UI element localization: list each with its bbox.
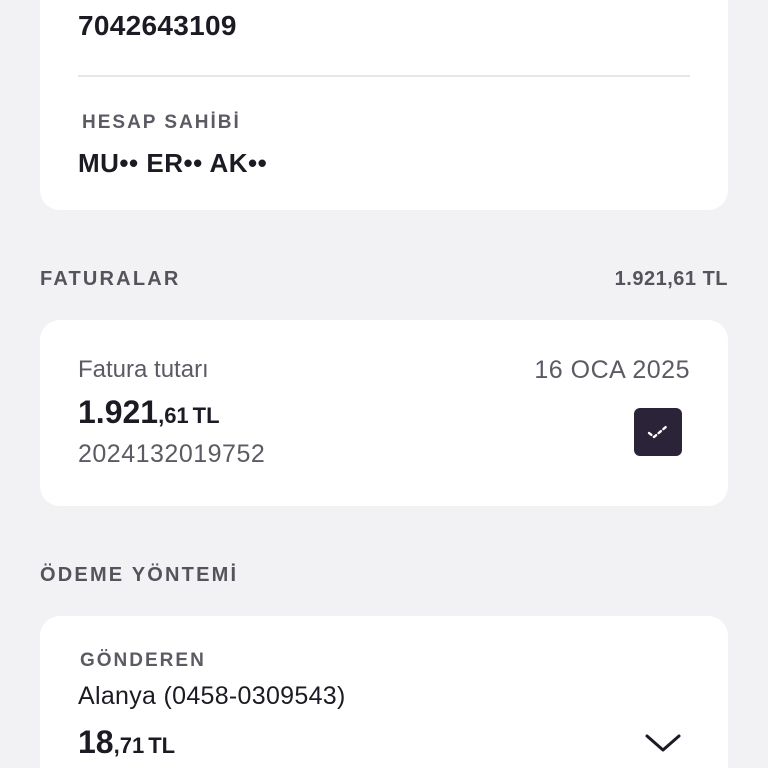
account-number: 7042643109 bbox=[78, 10, 237, 41]
payment-method-section-title: ÖDEME YÖNTEMİ bbox=[40, 564, 239, 586]
payment-method-card[interactable]: GÖNDEREN Alanya (0458-0309543) 18,71 TL bbox=[40, 616, 728, 768]
sender-label: GÖNDEREN bbox=[80, 650, 206, 671]
sender-balance: 18,71 TL bbox=[78, 724, 175, 761]
account-owner-label: HESAP SAHİBİ bbox=[82, 112, 241, 133]
bill-date: 16 OCA 2025 bbox=[534, 356, 690, 384]
bill-amount-label: Fatura tutarı bbox=[78, 356, 209, 383]
account-owner-name: MU•• ER•• AK•• bbox=[78, 148, 268, 178]
bills-section-title: FATURALAR bbox=[40, 268, 181, 290]
sender-balance-decimal: ,71 bbox=[113, 733, 145, 758]
bill-amount-main: 1.921 bbox=[78, 394, 159, 430]
bill-reference-number: 2024132019752 bbox=[78, 440, 266, 468]
bill-amount-currency: TL bbox=[192, 403, 220, 428]
sender-account: Alanya (0458-0309543) bbox=[78, 682, 346, 710]
bill-payment-screen: 7042643109 HESAP SAHİBİ MU•• ER•• AK•• F… bbox=[0, 0, 768, 768]
chevron-down-icon[interactable] bbox=[644, 732, 682, 756]
bill-amount: 1.921,61 TL bbox=[78, 394, 220, 431]
bill-amount-decimal: ,61 bbox=[158, 403, 189, 428]
bills-total: 1.921,61 TL bbox=[614, 268, 728, 290]
sender-balance-main: 18 bbox=[78, 724, 114, 760]
divider bbox=[78, 75, 690, 77]
account-card: 7042643109 HESAP SAHİBİ MU•• ER•• AK•• bbox=[40, 0, 728, 210]
check-icon bbox=[647, 424, 669, 439]
bill-card[interactable]: Fatura tutarı 16 OCA 2025 1.921,61 TL 202… bbox=[40, 320, 728, 506]
sender-balance-currency: TL bbox=[148, 733, 176, 758]
bill-select-checkbox[interactable] bbox=[634, 408, 682, 456]
